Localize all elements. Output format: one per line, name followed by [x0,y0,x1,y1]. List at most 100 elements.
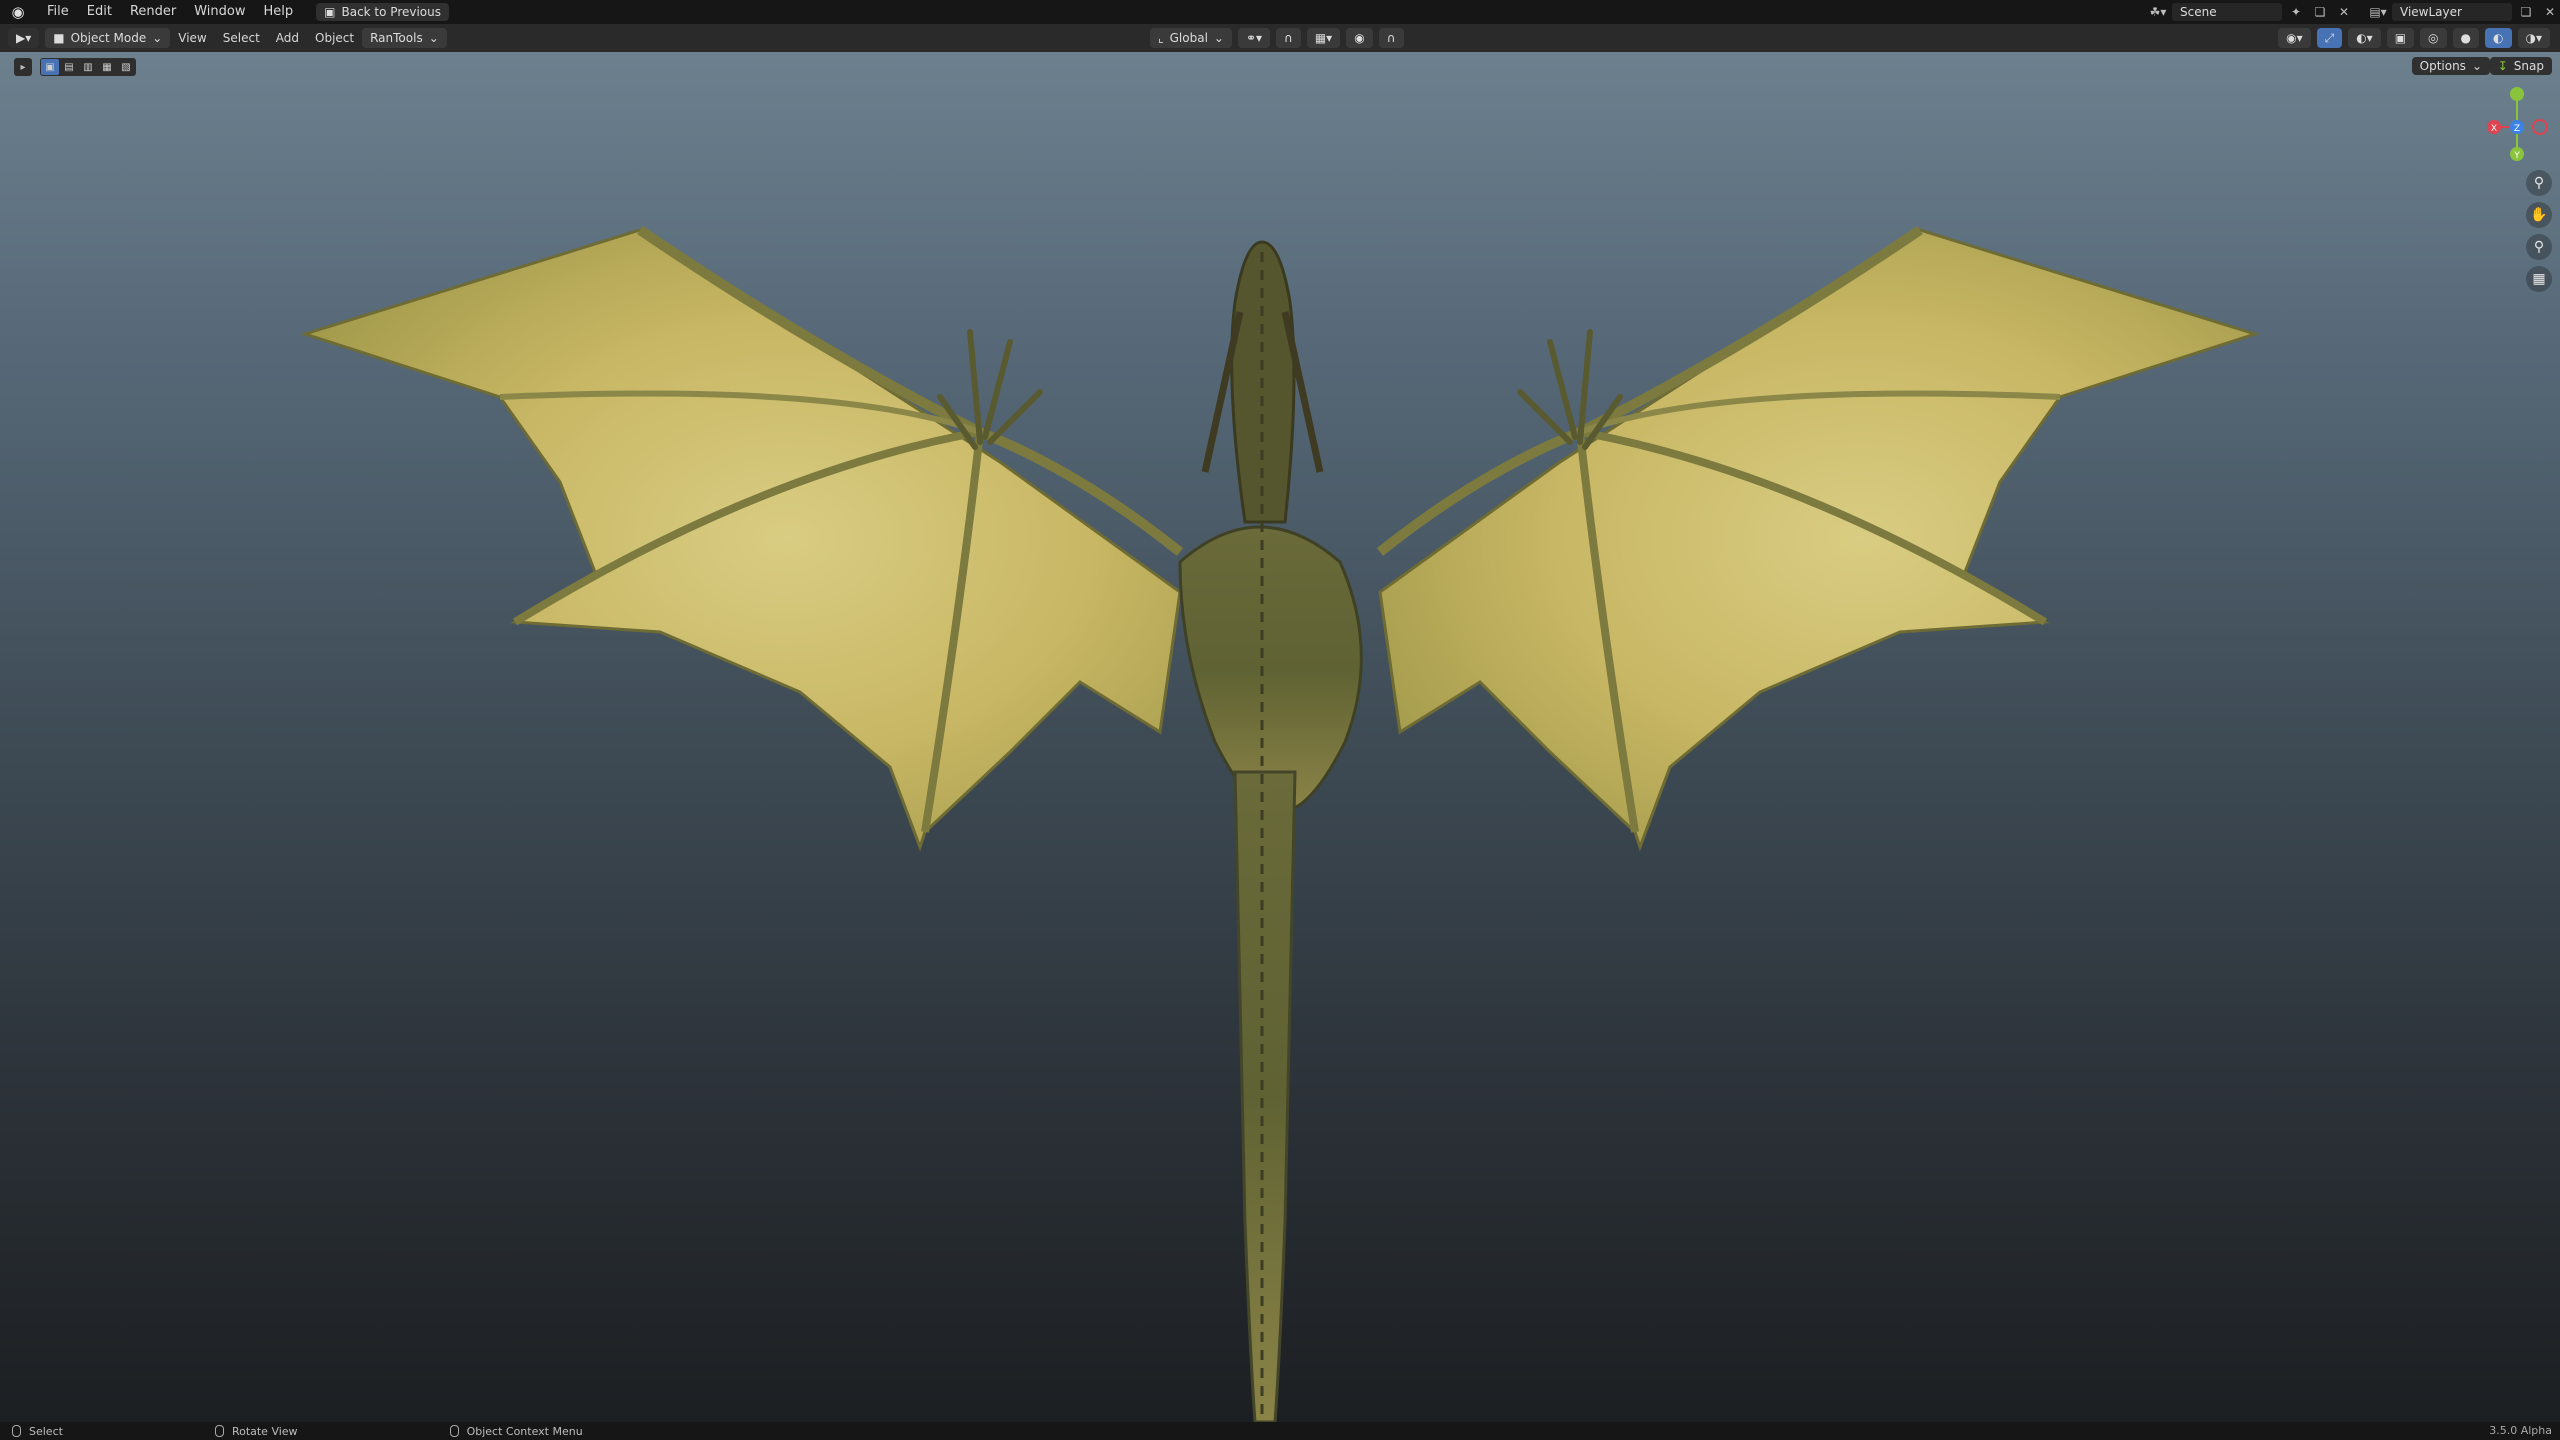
rantools-label: RanTools [370,31,423,45]
status-bar: Select Rotate View Object Context Menu 3… [0,1422,2560,1440]
back-to-previous-button[interactable]: ▣ Back to Previous [316,3,450,21]
3d-viewport[interactable]: ▸ ▣ ▤ ▥ ▦ ▧ Options ⌄ ↧ Snap X Y Z ⚲ ✋ ⚲… [0,52,2560,1422]
snap-button[interactable]: ↧ Snap [2489,57,2552,75]
status-select: Select [12,1425,63,1438]
eye-icon: ◉▾ [2286,31,2303,45]
menu-select[interactable]: Select [215,31,268,45]
hand-icon[interactable]: ✋ [2526,202,2552,228]
select-subtract-icon[interactable]: ▥ [79,59,97,75]
xray-toggle[interactable]: ▣ [2386,28,2415,48]
menu-edit[interactable]: Edit [78,0,121,24]
toolbar-toggle-icon[interactable]: ▸ [14,58,32,76]
mouse-left-icon [12,1425,21,1437]
select-invert-icon[interactable]: ▦ [98,59,116,75]
menu-object[interactable]: Object [307,31,362,45]
scene-selector-area: ☘▾ Scene ✦ ❏ ✕ ▤▾ ViewLayer ❏ ✕ [2148,0,2560,24]
proportional-icon: ◉ [1354,31,1365,45]
scene-icon[interactable]: ☘▾ [2148,3,2168,21]
menu-file[interactable]: File [38,0,78,24]
dragon-model[interactable] [0,52,2560,1422]
shading-solid[interactable]: ● [2452,28,2480,48]
status-select-label: Select [29,1424,63,1438]
solid-sphere-icon: ● [2460,31,2472,45]
object-mode-icon: ■ [53,31,65,45]
transform-orientation-dropdown[interactable]: ⌞ Global ⌄ [1150,28,1232,48]
shading-rendered[interactable]: ◑▾ [2517,28,2550,48]
menu-help[interactable]: Help [255,0,303,24]
proportional-edit-toggle[interactable]: ◉ [1346,28,1373,48]
right-wing [1378,228,2260,852]
snap-toggle[interactable]: ∩ [1276,28,1301,48]
snap-icon: ↧ [2497,59,2508,73]
blender-logo-icon[interactable]: ◉ [8,2,28,22]
shading-material[interactable]: ◐ [2485,28,2512,48]
magnet-icon: ∩ [1284,31,1293,45]
snap-target-dropdown[interactable]: ▦▾ [1306,28,1341,48]
gizmo-icon: ⤢ [2324,31,2335,45]
new-view-layer-icon[interactable]: ❏ [2516,3,2536,21]
menu-window[interactable]: Window [185,0,254,24]
dragon-torso [1178,525,1363,814]
viewport-toolrow: ▸ ▣ ▤ ▥ ▦ ▧ [14,58,136,76]
options-dropdown[interactable]: Options ⌄ [2411,57,2490,75]
overlay-icon: ◐▾ [2356,31,2373,45]
gizmo-z-label: Z [2514,124,2520,134]
falloff-dropdown[interactable]: ∩ [1378,28,1404,48]
grid-icon[interactable]: ▦ [2526,266,2552,292]
chevron-down-icon: ⌄ [1213,31,1224,45]
orientation-icon: ⌞ [1158,31,1164,45]
rendered-sphere-icon: ◑▾ [2525,31,2543,45]
transform-tools: ⌞ Global ⌄ ⚭▾ ∩ ▦▾ ◉ ∩ [1150,28,1404,48]
falloff-icon: ∩ [1386,31,1396,45]
orientation-label: Global [1169,31,1208,45]
scene-name-field[interactable]: Scene [2172,3,2282,21]
view-layer-icon[interactable]: ▤▾ [2368,3,2388,21]
visibility-dropdown[interactable]: ◉▾ [2278,28,2311,48]
left-wing [300,228,1182,852]
pivot-point-dropdown[interactable]: ⚭▾ [1237,28,1271,48]
editor-type-icon: ▶▾ [16,31,32,45]
rantools-dropdown[interactable]: RanTools ⌄ [362,28,447,48]
overlay-toggle[interactable]: ◐▾ [2348,28,2381,48]
pin-icon[interactable]: ✦ [2286,3,2306,21]
select-new-icon[interactable]: ▣ [41,59,59,75]
navigation-tools: ⚲ ✋ ⚲ ▦ [2526,170,2552,292]
status-context-label: Object Context Menu [466,1424,583,1438]
menu-render[interactable]: Render [121,0,185,24]
delete-scene-icon[interactable]: ✕ [2334,3,2354,21]
material-sphere-icon: ◐ [2493,31,2504,45]
selection-mode-group: ▣ ▤ ▥ ▦ ▧ [40,58,136,76]
select-extend-icon[interactable]: ▤ [60,59,78,75]
back-to-previous-label: Back to Previous [341,5,442,19]
mode-label: Object Mode [70,31,147,45]
gizmo-toggle[interactable]: ⤢ [2316,28,2343,48]
view-layer-field[interactable]: ViewLayer [2392,3,2512,21]
shading-wireframe[interactable]: ◎ [2420,28,2447,48]
version-label: 3.5.0 Alpha [2489,1424,2552,1437]
gizmo-y-positive[interactable] [2510,87,2524,101]
mouse-right-icon [449,1425,459,1437]
snap-label: Snap [2513,59,2544,73]
options-label: Options [2419,59,2466,73]
editor-type-button[interactable]: ▶▾ [8,28,40,48]
gizmo-x-negative[interactable] [2532,119,2548,135]
gizmo-y-label: Y [2513,151,2520,161]
mode-dropdown[interactable]: ■ Object Mode ⌄ [45,28,171,48]
delete-view-layer-icon[interactable]: ✕ [2540,3,2560,21]
status-rotate: Rotate View [214,1424,298,1438]
status-rotate-label: Rotate View [231,1424,298,1438]
wireframe-sphere-icon: ◎ [2428,31,2439,45]
gizmo-x-label: X [2491,124,2497,134]
chevron-down-icon: ⌄ [2471,59,2482,73]
navigation-gizmo[interactable]: X Y Z [2482,82,2552,162]
menu-view[interactable]: View [170,31,214,45]
new-scene-icon[interactable]: ❏ [2310,3,2330,21]
menu-add[interactable]: Add [268,31,307,45]
viewport-header: ▶▾ ■ Object Mode ⌄ View Select Add Objec… [0,24,2560,52]
viewport-display-tools: ◉▾ ⤢ ◐▾ ▣ ◎ ● ◐ ◑▾ [2278,28,2550,48]
snap-target-icon: ▦▾ [1314,31,1333,45]
camera-icon[interactable]: ⚲ [2526,234,2552,260]
zoom-icon[interactable]: ⚲ [2526,170,2552,196]
status-context: Object Context Menu [449,1424,583,1438]
select-intersect-icon[interactable]: ▧ [117,59,135,75]
